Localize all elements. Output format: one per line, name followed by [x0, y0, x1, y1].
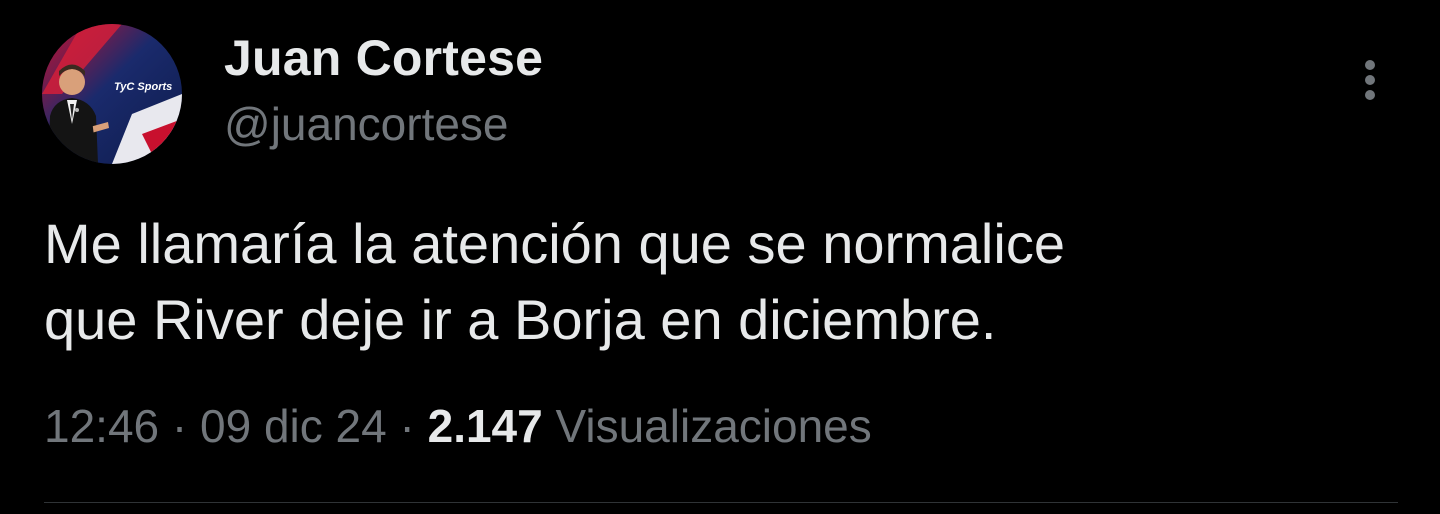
- divider: [44, 502, 1398, 503]
- tweet: TyC Sports Juan Cortese @juancortese Me …: [0, 0, 1440, 514]
- more-options-button[interactable]: [1350, 56, 1390, 104]
- avatar-image: TyC Sports: [42, 24, 182, 164]
- avatar-badge: TyC Sports: [114, 81, 172, 93]
- author-display-name[interactable]: Juan Cortese: [224, 28, 543, 88]
- tweet-time[interactable]: 12:46: [44, 400, 159, 452]
- meta-separator: ·: [399, 400, 415, 452]
- tweet-text: Me llamaría la atención que se normalice…: [44, 212, 1065, 351]
- views-count[interactable]: 2.147: [428, 400, 543, 452]
- tweet-meta: 12:46 · 09 dic 24 · 2.147 Visualizacione…: [44, 396, 872, 456]
- svg-text:TyC Sports: TyC Sports: [114, 81, 172, 93]
- author-handle[interactable]: @juancortese: [224, 96, 543, 152]
- views-label[interactable]: Visualizaciones: [556, 400, 872, 452]
- tweet-date[interactable]: 09 dic 24: [200, 400, 387, 452]
- author-info: Juan Cortese @juancortese: [224, 28, 543, 152]
- meta-separator: ·: [171, 400, 188, 452]
- avatar[interactable]: TyC Sports: [42, 24, 182, 164]
